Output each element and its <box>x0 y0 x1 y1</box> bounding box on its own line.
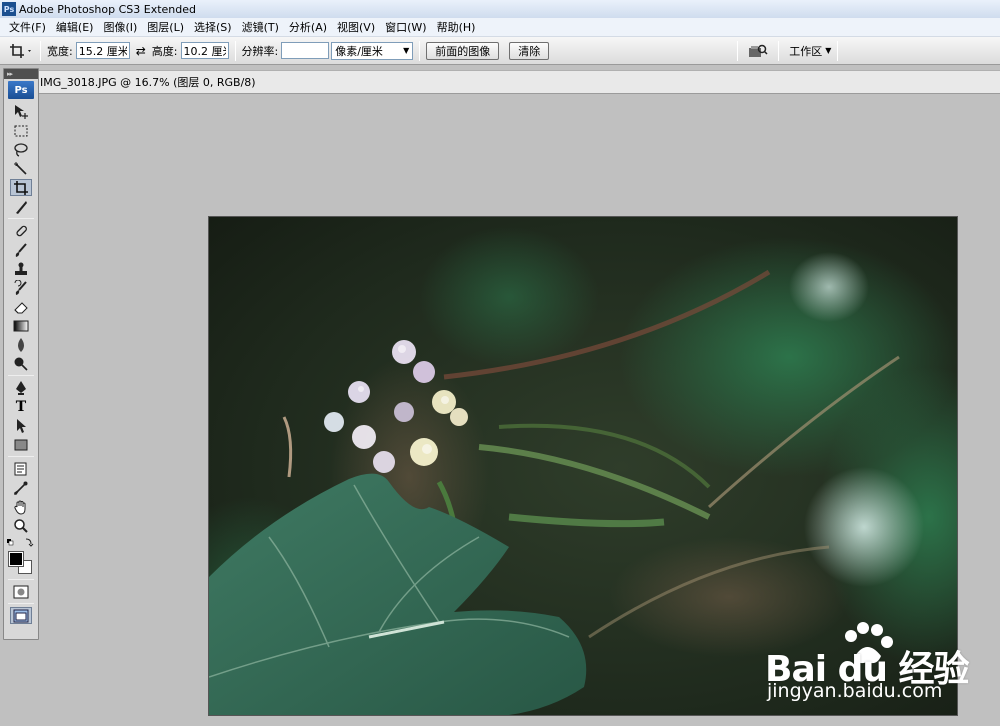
crop-tool-preset-icon[interactable] <box>6 40 34 62</box>
menu-image[interactable]: 图像(I) <box>98 19 142 35</box>
width-label: 宽度: <box>47 44 73 58</box>
lasso-tool-icon[interactable] <box>10 141 32 158</box>
divider <box>234 40 236 61</box>
clone-stamp-tool-icon[interactable] <box>10 260 32 277</box>
brush-tool-icon[interactable] <box>10 241 32 258</box>
history-brush-tool-icon[interactable] <box>10 279 32 296</box>
foreground-color-swatch[interactable] <box>8 551 24 567</box>
baidu-watermark: Bai du 经验 jingyan.baidu.com <box>765 620 995 710</box>
path-selection-tool-icon[interactable] <box>10 417 32 434</box>
resolution-unit-value: 像素/厘米 <box>335 44 383 58</box>
blur-tool-icon[interactable] <box>10 336 32 353</box>
swap-dimensions-icon[interactable]: ⇄ <box>136 44 146 58</box>
menu-edit[interactable]: 编辑(E) <box>51 19 99 35</box>
height-field[interactable] <box>180 42 229 59</box>
eyedropper-tool-icon[interactable] <box>10 479 32 496</box>
color-swatches <box>4 550 38 576</box>
toolbox-divider <box>8 603 34 604</box>
menu-bar: 文件(F) 编辑(E) 图像(I) 图层(L) 选择(S) 滤镜(T) 分析(A… <box>0 18 1000 37</box>
toolbox: ▸▸ Ps T <box>3 68 39 640</box>
toolbox-grip[interactable]: ▸▸ <box>4 69 38 79</box>
workspace-label: 工作区 <box>789 44 823 58</box>
swap-colors-icon[interactable] <box>4 536 38 550</box>
resolution-label: 分辨率: <box>241 44 279 58</box>
toolbox-divider <box>8 579 34 580</box>
toolbox-divider <box>8 456 34 457</box>
notes-tool-icon[interactable] <box>10 460 32 477</box>
divider <box>737 40 739 61</box>
slice-tool-icon[interactable] <box>10 198 32 215</box>
resolution-field[interactable] <box>281 42 330 59</box>
menu-view[interactable]: 视图(V) <box>332 19 380 35</box>
divider <box>837 40 839 61</box>
toolbox-divider <box>8 218 34 219</box>
type-tool-icon[interactable]: T <box>10 398 32 415</box>
gradient-tool-icon[interactable] <box>10 317 32 334</box>
file-browser-icon[interactable] <box>744 40 772 62</box>
menu-help[interactable]: 帮助(H) <box>432 19 481 35</box>
crop-tool-icon[interactable] <box>10 179 32 196</box>
front-image-button[interactable]: 前面的图像 <box>426 41 500 60</box>
width-field[interactable] <box>75 42 130 59</box>
photoshop-app-icon[interactable]: Ps <box>2 2 16 16</box>
hand-tool-icon[interactable] <box>10 498 32 515</box>
screen-mode-icon[interactable] <box>10 607 32 624</box>
ps-logo: Ps <box>8 81 34 99</box>
eraser-tool-icon[interactable] <box>10 298 32 315</box>
height-label: 高度: <box>151 44 178 58</box>
watermark-url: jingyan.baidu.com <box>767 680 943 702</box>
chevron-down-icon: ▼ <box>403 46 410 55</box>
menu-window[interactable]: 窗口(W) <box>380 19 431 35</box>
workspace-menu[interactable]: 工作区 ▼ <box>789 43 831 59</box>
move-tool-icon[interactable] <box>10 103 32 120</box>
quick-mask-icon[interactable] <box>10 583 32 600</box>
menu-filter[interactable]: 滤镜(T) <box>237 19 284 35</box>
options-bar: 宽度: ⇄ 高度: 分辨率: 像素/厘米 ▼ 前面的图像 清除 工作区 ▼ <box>0 37 1000 65</box>
document-tab[interactable]: IMG_3018.JPG @ 16.7% (图层 0, RGB/8) <box>16 70 1000 94</box>
dodge-tool-icon[interactable] <box>10 355 32 372</box>
healing-brush-tool-icon[interactable] <box>10 222 32 239</box>
zoom-tool-icon[interactable] <box>10 517 32 534</box>
pen-tool-icon[interactable] <box>10 379 32 396</box>
divider <box>778 40 780 61</box>
menu-file[interactable]: 文件(F) <box>4 19 51 35</box>
document-title: IMG_3018.JPG @ 16.7% (图层 0, RGB/8) <box>40 76 256 89</box>
menu-select[interactable]: 选择(S) <box>189 19 237 35</box>
rectangle-tool-icon[interactable] <box>10 436 32 453</box>
toolbox-divider <box>8 375 34 376</box>
divider <box>40 40 41 61</box>
chevron-down-icon: ▼ <box>825 46 832 55</box>
menu-layer[interactable]: 图层(L) <box>142 19 189 35</box>
window-title: Adobe Photoshop CS3 Extended <box>19 2 196 16</box>
clear-button[interactable]: 清除 <box>509 41 550 60</box>
marquee-tool-icon[interactable] <box>10 122 32 139</box>
magic-wand-tool-icon[interactable] <box>10 160 32 177</box>
menu-analysis[interactable]: 分析(A) <box>284 19 332 35</box>
resolution-unit-select[interactable]: 像素/厘米 ▼ <box>331 41 414 60</box>
title-bar: Ps Adobe Photoshop CS3 Extended <box>0 0 1000 18</box>
divider <box>419 40 421 61</box>
